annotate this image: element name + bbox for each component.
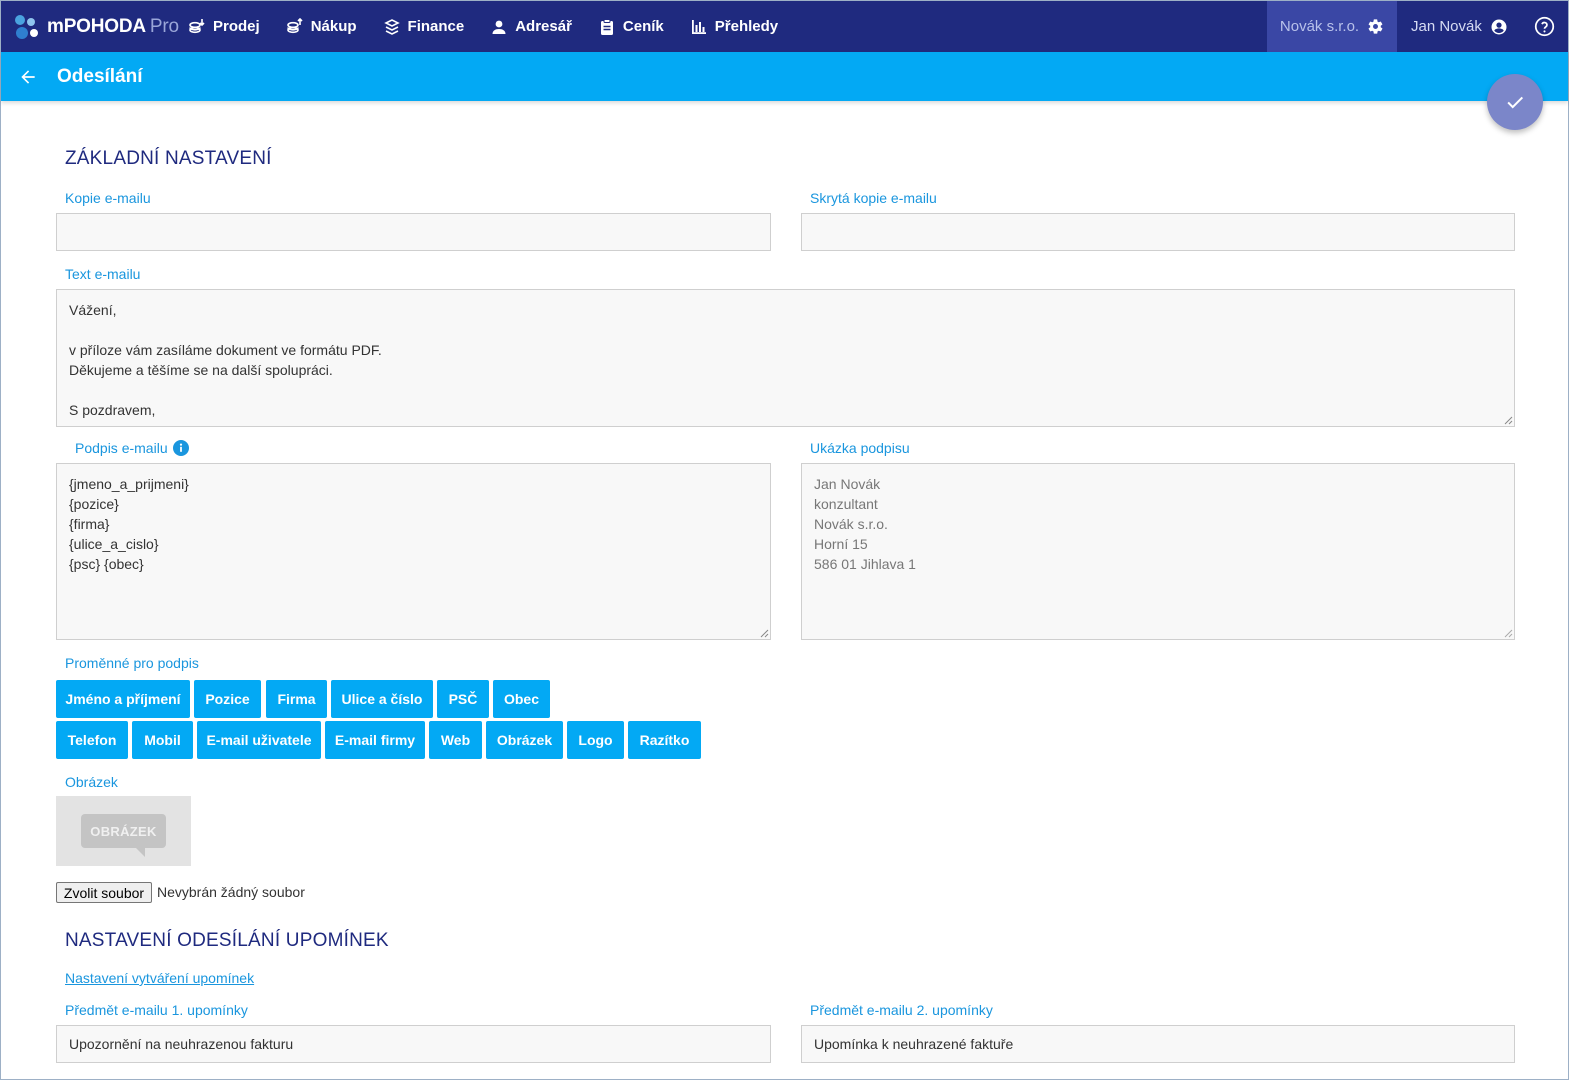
email-text-value: Vážení, v příloze vám zasíláme dokument … <box>69 302 382 418</box>
var-button-obec[interactable]: Obec <box>493 680 550 718</box>
company-switcher[interactable]: Novák s.r.o. <box>1267 1 1397 52</box>
var-button-jmeno[interactable]: Jméno a příjmení <box>56 680 190 718</box>
person-icon <box>492 20 506 34</box>
image-bubble-tail <box>136 848 145 857</box>
nav-label-finance: Finance <box>407 18 465 35</box>
nav-item-finance[interactable]: Finance <box>383 18 465 36</box>
gear-icon <box>1368 19 1383 34</box>
bcc-label: Skrytá kopie e-mailu <box>810 190 937 206</box>
main-nav: Prodej Nákup Finance Adresář Ceník Přehl… <box>188 1 804 52</box>
cc-input[interactable] <box>56 213 771 251</box>
clipboard-icon <box>600 18 613 35</box>
variables-label: Proměnné pro podpis <box>65 655 199 671</box>
check-icon <box>1507 96 1524 109</box>
back-button[interactable] <box>18 67 38 87</box>
app-name-text: mPOHODA <box>47 15 146 37</box>
nav-item-cenik[interactable]: Ceník <box>598 18 664 36</box>
image-placeholder-text: OBRÁZEK <box>81 814 166 848</box>
signature-preview: Jan Novák konzultant Novák s.r.o. Horní … <box>801 463 1515 640</box>
top-navbar: mPOHODA Pro Prodej Nákup Finance Adresář … <box>1 1 1568 52</box>
var-button-logo[interactable]: Logo <box>567 721 624 759</box>
bar-chart-icon <box>691 19 706 34</box>
section-title-basic: ZÁKLADNÍ NASTAVENÍ <box>65 148 272 169</box>
choose-file-button[interactable]: Zvolit soubor <box>56 882 152 903</box>
var-button-telefon[interactable]: Telefon <box>56 721 128 759</box>
file-status-text: Nevybrán žádný soubor <box>157 884 305 900</box>
nav-label-nakup: Nákup <box>310 18 357 35</box>
user-name: Jan Novák <box>1411 18 1482 35</box>
var-button-email-uzivatele[interactable]: E-mail uživatele <box>197 721 321 759</box>
nav-item-prodej[interactable]: Prodej <box>188 18 260 36</box>
app-name: mPOHODA Pro <box>47 16 179 38</box>
company-name: Novák s.r.o. <box>1279 18 1360 35</box>
var-button-pozice[interactable]: Pozice <box>194 680 261 718</box>
signature-preview-label: Ukázka podpisu <box>810 440 910 456</box>
resize-handle-icon[interactable] <box>760 629 769 638</box>
nav-label-adresar: Adresář <box>515 18 572 35</box>
resize-handle-icon[interactable] <box>1504 416 1513 425</box>
bcc-input[interactable] <box>801 213 1515 251</box>
reminder-settings-link[interactable]: Nastavení vytváření upomínek <box>65 970 254 986</box>
var-button-firma[interactable]: Firma <box>266 680 327 718</box>
var-button-obrazek[interactable]: Obrázek <box>486 721 563 759</box>
page-title: Odesílání <box>57 65 143 87</box>
var-button-psc[interactable]: PSČ <box>437 680 489 718</box>
coins-in-icon <box>189 18 205 33</box>
nav-label-prodej: Prodej <box>213 18 260 35</box>
var-button-ulice[interactable]: Ulice a číslo <box>331 680 433 718</box>
email-text-label: Text e-mailu <box>65 266 141 282</box>
page-header: Odesílání <box>1 52 1568 101</box>
info-icon[interactable] <box>173 440 189 456</box>
nav-item-nakup[interactable]: Nákup <box>286 17 357 36</box>
signature-preview-value: Jan Novák konzultant Novák s.r.o. Horní … <box>814 476 916 572</box>
finance-icon <box>383 18 400 35</box>
reminder1-subject-input[interactable]: Upozornění na neuhrazenou fakturu <box>56 1025 771 1063</box>
help-button[interactable] <box>1534 16 1555 42</box>
section-title-reminders: NASTAVENÍ ODESÍLÁNÍ UPOMÍNEK <box>65 930 389 951</box>
nav-label-cenik: Ceník <box>622 18 664 35</box>
nav-label-prehledy: Přehledy <box>714 18 779 35</box>
resize-handle-icon <box>1504 629 1513 638</box>
cc-label: Kopie e-mailu <box>65 190 151 206</box>
arrow-back-icon <box>21 69 35 84</box>
coins-out-icon <box>286 17 303 33</box>
help-icon <box>1534 16 1555 37</box>
var-button-mobil[interactable]: Mobil <box>132 721 193 759</box>
nav-item-prehledy[interactable]: Přehledy <box>690 18 778 36</box>
image-label: Obrázek <box>65 774 118 790</box>
signature-label: Podpis e-mailu <box>75 440 168 456</box>
pohoda-logo-icon <box>14 14 40 40</box>
var-button-web[interactable]: Web <box>429 721 482 759</box>
save-button[interactable] <box>1487 74 1543 130</box>
signature-textarea[interactable]: {jmeno_a_prijmeni} {pozice} {firma} {uli… <box>56 463 771 640</box>
signature-value: {jmeno_a_prijmeni} {pozice} {firma} {uli… <box>69 476 189 572</box>
var-button-razitko[interactable]: Razítko <box>628 721 701 759</box>
app-edition: Pro <box>149 15 179 37</box>
email-text-textarea[interactable]: Vážení, v příloze vám zasíláme dokument … <box>56 289 1515 427</box>
app-logo[interactable]: mPOHODA Pro <box>1 14 188 40</box>
reminder1-subject-label: Předmět e-mailu 1. upomínky <box>65 1002 248 1018</box>
nav-item-adresar[interactable]: Adresář <box>490 18 572 36</box>
image-placeholder: OBRÁZEK <box>56 796 191 866</box>
account-circle-icon <box>1491 19 1507 34</box>
var-button-email-firmy[interactable]: E-mail firmy <box>325 721 425 759</box>
user-menu[interactable]: Jan Novák <box>1411 1 1508 52</box>
reminder2-subject-label: Předmět e-mailu 2. upomínky <box>810 1002 993 1018</box>
reminder2-subject-input[interactable]: Upomínka k neuhrazené faktuře <box>801 1025 1515 1063</box>
